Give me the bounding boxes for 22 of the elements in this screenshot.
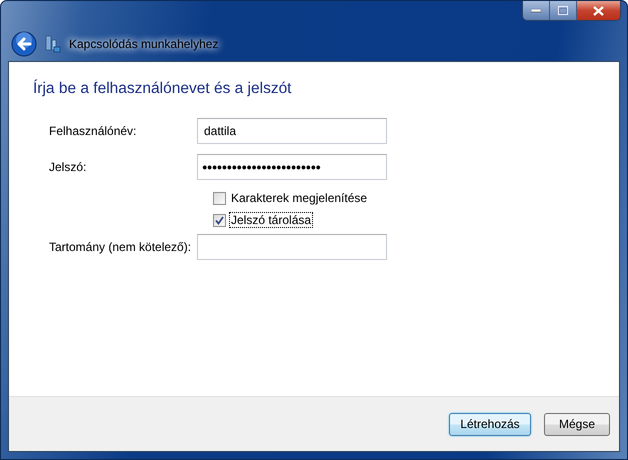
close-icon bbox=[593, 6, 604, 16]
input-field[interactable] bbox=[197, 234, 387, 260]
create-button[interactable]: Létrehozás bbox=[449, 412, 531, 436]
checkbox[interactable] bbox=[213, 192, 226, 204]
checkbox[interactable] bbox=[213, 214, 226, 226]
maximize-button[interactable] bbox=[550, 1, 577, 20]
network-icon bbox=[45, 34, 61, 54]
field-label: Jelszó: bbox=[48, 160, 88, 174]
input-field[interactable]: dattila bbox=[197, 118, 387, 144]
input-field[interactable]: ●●●●●●●●●●●●●●●●●●●●●●●● bbox=[197, 154, 387, 180]
maximize-icon bbox=[558, 6, 568, 15]
minimize-button[interactable] bbox=[523, 1, 550, 20]
checkbox-label: Jelszó tárolása bbox=[229, 212, 314, 228]
field-label: Tartomány (nem kötelező): bbox=[48, 240, 192, 254]
cancel-button[interactable]: Mégse bbox=[544, 412, 610, 436]
back-icon[interactable] bbox=[11, 31, 37, 57]
close-button[interactable] bbox=[577, 1, 620, 20]
minimize-icon bbox=[531, 8, 541, 12]
heading: Írja be a felhasználónevet és a jelszót bbox=[33, 80, 292, 98]
checkbox-label: Karakterek megjelenítése bbox=[230, 190, 368, 206]
field-label: Felhasználónév: bbox=[48, 124, 138, 138]
window-title: Kapcsolódás munkahelyhez bbox=[69, 37, 218, 51]
